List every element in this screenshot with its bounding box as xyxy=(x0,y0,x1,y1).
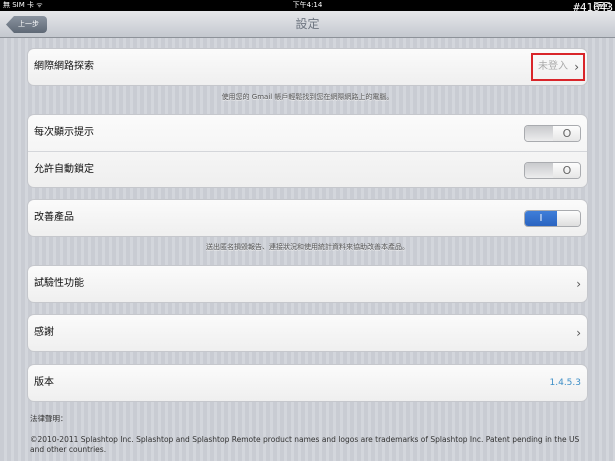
version-group: 版本 1.4.5.3 xyxy=(27,364,588,402)
auto-lock-switch[interactable]: O xyxy=(524,162,581,179)
network-footnote: 使用您的 Gmail 帳戶輕鬆找到您在網際網路上的電腦。 xyxy=(221,93,394,101)
thanks-group: 感謝 › xyxy=(27,314,588,352)
switch-track xyxy=(525,163,553,178)
chevron-right-icon: › xyxy=(576,326,581,340)
chevron-right-icon: › xyxy=(574,60,579,74)
improve-group: 改善產品 I xyxy=(27,199,588,237)
version-row: 版本 1.4.5.3 xyxy=(28,365,587,401)
page-title: 設定 xyxy=(295,17,320,31)
switch-off-knob: O xyxy=(553,163,580,178)
improve-product-label: 改善產品 xyxy=(34,212,74,223)
navigation-bar: 設定 上一步 xyxy=(0,11,615,38)
auto-lock-label: 允許自動鎖定 xyxy=(34,164,94,175)
network-group: 網際網路探索 未登入 › xyxy=(27,48,588,86)
tips-group: 每次顯示提示 O 允許自動鎖定 O xyxy=(27,114,588,188)
experimental-features-row[interactable]: 試驗性功能 › xyxy=(28,266,587,302)
show-tips-row: 每次顯示提示 O xyxy=(28,115,587,151)
switch-knob xyxy=(557,211,580,226)
status-bar: 無 SIM 卡 ᯤ 下午4:14 xyxy=(0,0,615,11)
show-tips-label: 每次顯示提示 xyxy=(34,127,94,138)
back-button[interactable]: 上一步 xyxy=(6,16,47,33)
legal-text: ©2010-2011 Splashtop Inc. Splashtop and … xyxy=(30,435,580,454)
internet-discovery-row[interactable]: 網際網路探索 未登入 › xyxy=(28,49,587,85)
internet-discovery-label: 網際網路探索 xyxy=(34,61,94,72)
login-status-highlight[interactable]: 未登入 › xyxy=(531,53,585,81)
login-status-value: 未登入 xyxy=(538,61,568,72)
experimental-group: 試驗性功能 › xyxy=(27,265,588,303)
legal-heading: 法律聲明： xyxy=(30,414,68,423)
status-time: 下午4:14 xyxy=(292,1,323,9)
version-label: 版本 xyxy=(34,377,54,388)
switch-on-mark: I xyxy=(525,211,557,226)
experimental-features-label: 試驗性功能 xyxy=(34,278,84,289)
switch-track xyxy=(525,126,553,141)
improve-product-switch[interactable]: I xyxy=(524,210,581,227)
version-value: 1.4.5.3 xyxy=(549,378,582,388)
show-tips-switch[interactable]: O xyxy=(524,125,581,142)
thanks-label: 感謝 xyxy=(34,327,54,338)
improve-product-row: 改善產品 I xyxy=(28,200,587,236)
auto-lock-row: 允許自動鎖定 O xyxy=(28,151,587,187)
chevron-right-icon: › xyxy=(576,277,581,291)
improve-footnote: 送出匿名損毀報告、連接狀況和使用統計資料來協助改善本產品。 xyxy=(206,243,409,251)
switch-off-knob: O xyxy=(553,126,580,141)
thanks-row[interactable]: 感謝 › xyxy=(28,315,587,351)
